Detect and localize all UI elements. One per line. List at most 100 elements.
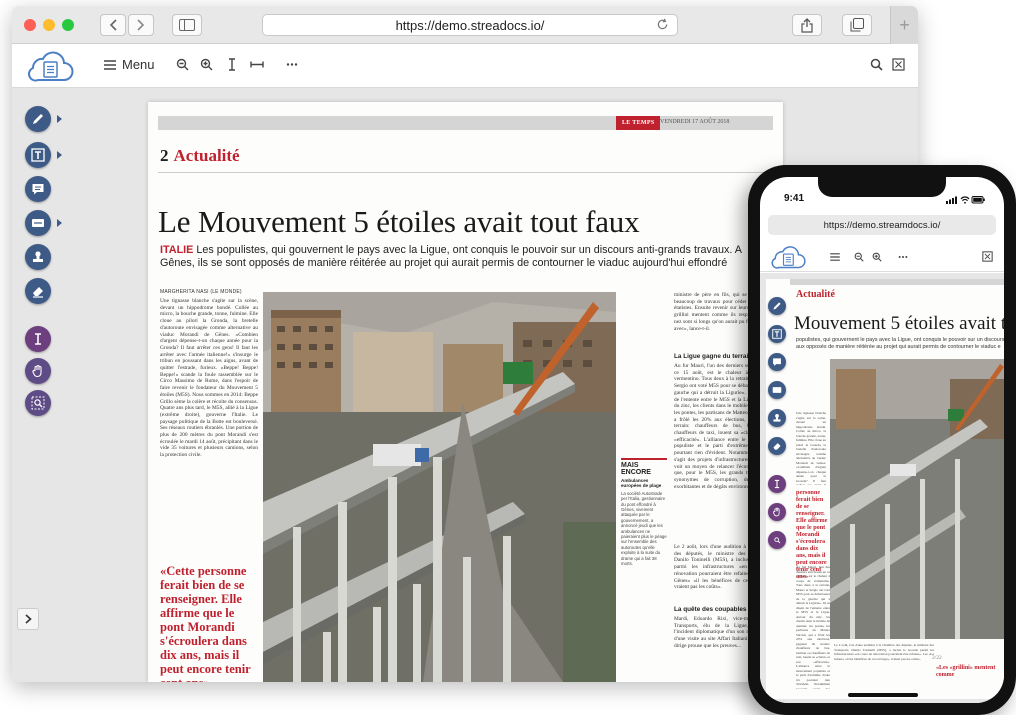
comment-tool-button[interactable] — [25, 176, 51, 202]
stamp-tool-button[interactable] — [25, 210, 62, 236]
phone-lede: populistes, qui gouvernent le pays avec … — [796, 337, 1004, 350]
signature-stamp-tool-button[interactable] — [25, 244, 51, 270]
zoom-in-icon[interactable] — [200, 58, 213, 74]
tabs-overview-button[interactable] — [842, 14, 872, 36]
byline: MARGHERITA NASI (LE MONDE) — [160, 289, 242, 295]
phone-text-select-tool[interactable] — [768, 475, 786, 493]
share-icon — [801, 17, 813, 33]
more-icon[interactable] — [286, 58, 298, 74]
stamp-icon — [32, 219, 44, 227]
sidebar-toggle-button[interactable] — [172, 14, 202, 36]
divider — [158, 172, 773, 173]
sidebar-body: La société Autostrade per l'Italia, gest… — [621, 490, 667, 567]
comment-icon — [32, 184, 44, 195]
phone-app-toolbar — [760, 242, 1004, 272]
phone-screen: 9:41 https://demo.streamdocs.io/ Actuali… — [760, 177, 1004, 703]
address-text: https://demo.streadocs.io/ — [395, 17, 545, 33]
phone-address-text: https://demo.streamdocs.io/ — [823, 219, 941, 231]
text-cursor-icon[interactable] — [228, 58, 236, 74]
streamdocs-logo[interactable] — [770, 244, 806, 270]
phone-section-label: Actualité — [796, 289, 835, 300]
phone-address-bar[interactable]: https://demo.streamdocs.io/ — [768, 215, 996, 235]
section-title: 2 Actualité — [160, 146, 240, 166]
zoom-out-icon[interactable] — [176, 58, 189, 74]
text-box-tool-button[interactable] — [25, 142, 62, 168]
bridge-collapse-photo — [263, 292, 616, 682]
search-icon[interactable] — [870, 58, 883, 74]
fullscreen-icon[interactable] — [982, 251, 993, 262]
phone-eraser-tool[interactable] — [768, 437, 786, 455]
zoom-out-icon[interactable] — [854, 252, 864, 262]
issue-date: VENDREDI 17 AOÛT 2018 — [660, 119, 730, 125]
phone-headline: Mouvement 5 étoiles avait t — [794, 313, 1004, 334]
newspaper-page: LE TEMPS VENDREDI 17 AOÛT 2018 2 Actualit… — [148, 102, 783, 682]
text-select-tool-button[interactable] — [25, 326, 51, 352]
pen-icon — [33, 114, 43, 124]
phone-document-viewer[interactable]: Actualité Mouvement 5 étoiles avait t po… — [760, 273, 1004, 703]
plus-icon: + — [899, 14, 910, 35]
pen-tool-button[interactable] — [25, 106, 62, 132]
eraser-tool-button[interactable] — [25, 278, 51, 304]
lede-text: Les populistes, qui gouvernent le pays a… — [160, 244, 742, 269]
signature-stamp-icon — [773, 414, 781, 422]
new-tab-button[interactable]: + — [890, 6, 918, 44]
share-button[interactable] — [792, 14, 822, 36]
more-icon[interactable] — [898, 255, 908, 259]
phone-article-column: Une tignasse blanche s'agite sur la scèn… — [796, 411, 826, 485]
article-column-1: Une tignasse blanche s'agite sur la scèn… — [160, 298, 258, 459]
reload-icon[interactable] — [656, 18, 669, 34]
zoom-area-icon — [31, 396, 45, 410]
zoom-area-tool-button[interactable] — [25, 390, 51, 416]
chevron-right-icon — [137, 19, 145, 31]
address-bar[interactable]: https://demo.streadocs.io/ — [262, 14, 678, 36]
back-button[interactable] — [100, 14, 126, 36]
text-box-icon — [772, 329, 782, 339]
phone-stamp-tool[interactable] — [768, 381, 786, 399]
stamp-icon — [772, 387, 782, 393]
phone-article-column-2: Au fur Mauri, l'un des derniers survivan… — [796, 565, 830, 689]
text-select-icon — [774, 479, 780, 489]
menu-label: Menu — [122, 57, 155, 72]
phone-hand-tool[interactable] — [768, 503, 786, 521]
sidebar-title: MAIS ENCORE — [621, 462, 651, 476]
phone-notch — [818, 177, 946, 197]
phone-pen-tool[interactable] — [768, 297, 786, 315]
fullscreen-icon[interactable] — [892, 58, 905, 74]
minimize-window-button[interactable] — [43, 19, 55, 31]
chevron-right-icon — [24, 614, 32, 624]
close-window-button[interactable] — [24, 19, 36, 31]
hand-tool-button[interactable] — [25, 358, 51, 384]
zoom-window-button[interactable] — [62, 19, 74, 31]
phone-comment-tool[interactable] — [768, 353, 786, 371]
streamdocs-logo[interactable] — [26, 49, 74, 83]
chevron-left-icon — [109, 19, 117, 31]
phone-zoom-area-tool[interactable] — [768, 531, 786, 549]
annotation-toolbar — [12, 88, 68, 682]
phone-text-box-tool[interactable] — [768, 325, 786, 343]
phone-mockup: 9:41 https://demo.streamdocs.io/ Actuali… — [748, 165, 1016, 715]
phone-bridge-photo — [830, 359, 1004, 639]
sidebar-subtitle: Ambulances europées de plage — [621, 478, 662, 489]
hand-icon — [32, 364, 42, 378]
phone-signature-stamp-tool[interactable] — [768, 409, 786, 427]
text-box-icon — [31, 148, 45, 162]
pen-icon — [773, 302, 781, 310]
hamburger-icon[interactable] — [830, 253, 840, 261]
newspaper-brand: LE TEMPS — [616, 116, 661, 130]
comment-icon — [773, 358, 781, 366]
subhead-2: La quête des coupables — [674, 606, 747, 613]
text-select-icon — [35, 333, 41, 345]
lede-keyword: ITALIE — [160, 244, 194, 256]
section-label: Actualité — [173, 146, 240, 165]
eraser-icon — [33, 287, 43, 298]
status-icons — [946, 196, 985, 204]
browser-titlebar: https://demo.streadocs.io/ + — [12, 6, 918, 44]
hand-icon — [772, 507, 780, 517]
expand-panel-button[interactable] — [17, 608, 39, 630]
fit-width-icon[interactable] — [250, 58, 264, 74]
zoom-in-icon[interactable] — [872, 252, 882, 262]
forward-button[interactable] — [128, 14, 154, 36]
phone-newspaper-page: Actualité Mouvement 5 étoiles avait t po… — [766, 279, 1004, 699]
menu-button[interactable]: Menu — [104, 57, 155, 72]
tabs-icon — [850, 18, 864, 32]
